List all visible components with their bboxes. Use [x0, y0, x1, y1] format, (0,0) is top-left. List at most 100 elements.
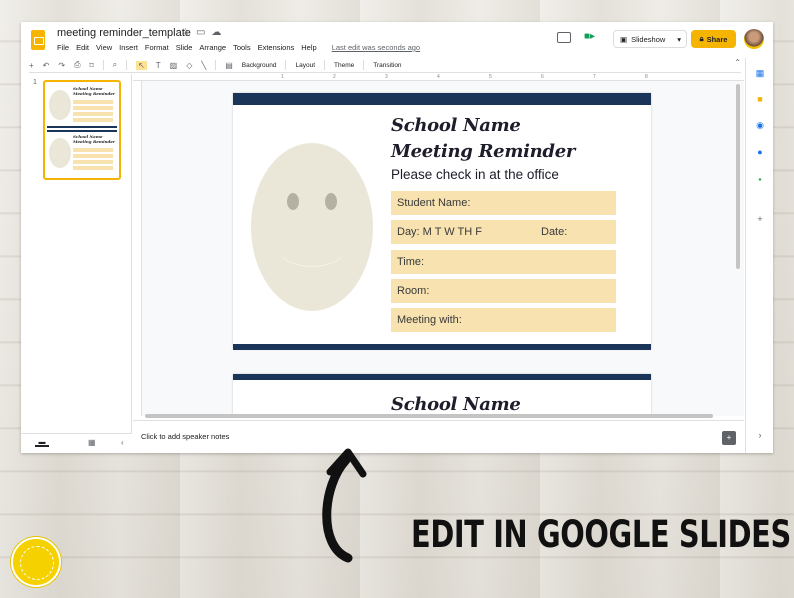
menu-format[interactable]: Format: [145, 43, 169, 52]
thumbnail-number: 1: [33, 79, 37, 86]
chevron-left-icon[interactable]: ‹: [121, 438, 124, 447]
calendar-icon[interactable]: ▦: [755, 68, 765, 78]
slide-stripe-bottom: [233, 344, 651, 350]
slide-title-school[interactable]: School Name: [391, 394, 521, 415]
line-icon[interactable]: ╲: [201, 61, 206, 70]
curved-arrow-icon: [322, 448, 367, 563]
shape-icon[interactable]: ◇: [186, 61, 192, 70]
image-icon[interactable]: ▨: [170, 61, 178, 70]
contacts-icon[interactable]: ●: [755, 147, 765, 157]
ruler-tick: 6: [541, 74, 544, 80]
comment-icon[interactable]: ▤: [225, 61, 233, 70]
last-edit-link[interactable]: Last edit was seconds ago: [332, 43, 420, 52]
smiley-face-icon: [251, 143, 373, 311]
undo-icon[interactable]: ↶: [43, 61, 50, 70]
thumbnail-field: [73, 112, 113, 116]
field-day-date[interactable]: Day: M T W TH F Date:: [391, 220, 616, 244]
menu-bar: File Edit View Insert Format Slide Arran…: [57, 43, 420, 52]
tasks-icon[interactable]: ◉: [755, 120, 765, 130]
speaker-notes-placeholder[interactable]: Click to add speaker notes: [141, 432, 229, 441]
keep-icon[interactable]: ■: [755, 94, 765, 104]
theme-button[interactable]: Theme: [334, 62, 354, 69]
paint-format-icon[interactable]: ⌑: [89, 61, 93, 70]
vertical-scrollbar[interactable]: [736, 84, 740, 269]
title-actions: ☆▭☁: [181, 27, 227, 38]
smile-icon: [278, 229, 346, 267]
menu-extensions[interactable]: Extensions: [258, 43, 295, 52]
meet-icon[interactable]: ■▸: [584, 31, 595, 42]
present-icon: ▣: [620, 34, 628, 44]
field-label: Time:: [397, 256, 425, 268]
thumbnail-stripe: [47, 126, 117, 128]
field-room[interactable]: Room:: [391, 279, 616, 303]
field-meeting-with[interactable]: Meeting with:: [391, 308, 616, 332]
ruler-tick: 8: [645, 74, 648, 80]
background-button[interactable]: Background: [242, 62, 277, 69]
print-icon[interactable]: ⎙: [74, 60, 80, 70]
collapse-toolbar-icon[interactable]: ⌃: [734, 58, 741, 67]
layout-button[interactable]: Layout: [295, 62, 315, 69]
avatar[interactable]: [744, 29, 764, 49]
cloud-status-icon[interactable]: ☁: [211, 27, 227, 38]
zoom-icon[interactable]: ⌕: [113, 60, 117, 70]
eye-icon: [287, 193, 299, 210]
add-note-icon[interactable]: +: [722, 431, 736, 445]
menu-arrange[interactable]: Arrange: [199, 43, 226, 52]
chevron-down-icon[interactable]: ▾: [677, 35, 681, 44]
comment-history-icon[interactable]: [557, 32, 571, 43]
slide[interactable]: School Name: [233, 374, 651, 416]
slide-title-reminder[interactable]: Meeting Reminder: [391, 141, 575, 162]
document-title[interactable]: meeting reminder_template: [57, 27, 191, 39]
field-label: Day: M T W TH F: [397, 226, 482, 238]
slide-canvas[interactable]: 1 2 3 4 5 6 7 8 School Name Meeting Remi…: [133, 74, 744, 416]
field-time[interactable]: Time:: [391, 250, 616, 274]
thumbnail-field: [73, 118, 113, 122]
menu-edit[interactable]: Edit: [76, 43, 89, 52]
field-student-name[interactable]: Student Name:: [391, 191, 616, 215]
ruler-tick: 5: [489, 74, 492, 80]
divider: [215, 60, 217, 70]
share-label: Share: [706, 34, 728, 44]
slide-title-school[interactable]: School Name: [391, 115, 521, 136]
transition-button[interactable]: Transition: [373, 62, 401, 69]
grid-view-icon[interactable]: ▦: [88, 438, 96, 447]
slide-subtitle[interactable]: Please check in at the office: [391, 167, 559, 182]
thumbnail-half: School Name Meeting Reminder: [45, 130, 119, 176]
maps-icon[interactable]: ⬩: [755, 174, 765, 184]
slideshow-button[interactable]: ▣ Slideshow ▾: [613, 30, 687, 48]
thumbnail-face-icon: [49, 138, 71, 168]
slides-logo-icon[interactable]: [31, 30, 45, 50]
menu-tools[interactable]: Tools: [233, 43, 251, 52]
menu-insert[interactable]: Insert: [119, 43, 138, 52]
menu-view[interactable]: View: [96, 43, 112, 52]
move-folder-icon[interactable]: ▭: [196, 27, 211, 38]
star-icon[interactable]: ☆: [181, 27, 196, 38]
divider: [102, 60, 104, 70]
filmstrip-view-icon[interactable]: ▬: [35, 439, 49, 447]
lock-icon: 🔒︎: [699, 34, 704, 43]
slide[interactable]: School Name Meeting Reminder Please chec…: [233, 93, 651, 350]
text-box-icon[interactable]: T: [156, 61, 161, 70]
thumbnail-field: [73, 100, 113, 104]
new-slide-icon[interactable]: +: [29, 61, 34, 70]
horizontal-scrollbar[interactable]: [145, 414, 713, 418]
eye-icon: [325, 193, 337, 210]
field-label: Room:: [397, 285, 430, 297]
field-label: Date:: [541, 226, 568, 238]
menu-file[interactable]: File: [57, 43, 69, 52]
divider: [363, 60, 365, 70]
slide-thumbnail[interactable]: School Name Meeting Reminder School Name M…: [43, 80, 121, 180]
redo-icon[interactable]: ↷: [58, 61, 65, 70]
top-ruler: 1 2 3 4 5 6 7 8: [133, 74, 744, 81]
ruler-tick: 3: [385, 74, 388, 80]
chevron-right-icon[interactable]: ›: [755, 430, 765, 440]
menu-slide[interactable]: Slide: [176, 43, 193, 52]
add-addon-icon[interactable]: +: [755, 214, 765, 224]
share-button[interactable]: 🔒︎ Share: [691, 30, 736, 48]
speaker-notes[interactable]: Click to add speaker notes +: [133, 420, 744, 453]
select-icon[interactable]: ↖: [136, 60, 147, 70]
thumbnail-face-icon: [49, 90, 71, 120]
thumbnail-stripe: [47, 130, 117, 132]
menu-help[interactable]: Help: [301, 43, 316, 52]
thumbnail-field: [73, 154, 113, 158]
